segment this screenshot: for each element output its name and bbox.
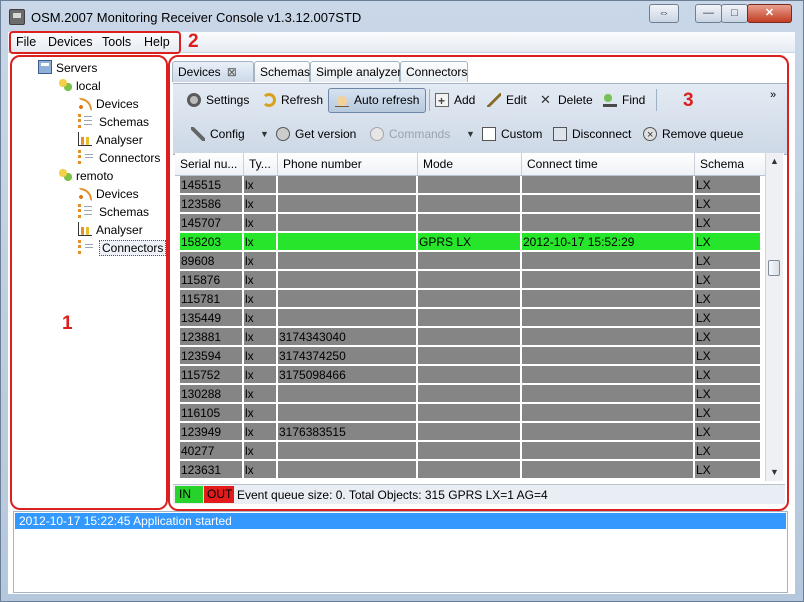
annotation-frame-tree [10,55,168,510]
log-panel: 2012-10-17 15:22:45 Application started [13,511,788,593]
title-bar[interactable]: OSM.2007 Monitoring Receiver Console v1.… [1,1,803,33]
annotation-number: 1 [62,313,73,334]
restore-button[interactable]: ⇔ [649,4,679,23]
window-title: OSM.2007 Monitoring Receiver Console v1.… [31,10,362,25]
close-button[interactable]: ✕ [747,4,792,23]
minimize-button[interactable]: — [695,4,722,23]
annotation-frame-menu [9,31,181,54]
maximize-button[interactable]: □ [721,4,748,23]
app-icon [9,9,25,25]
log-entry[interactable]: 2012-10-17 15:22:45 Application started [15,513,786,529]
annotation-number: 2 [188,31,199,52]
annotation-frame-main [168,55,789,511]
annotation-number: 3 [683,90,694,111]
